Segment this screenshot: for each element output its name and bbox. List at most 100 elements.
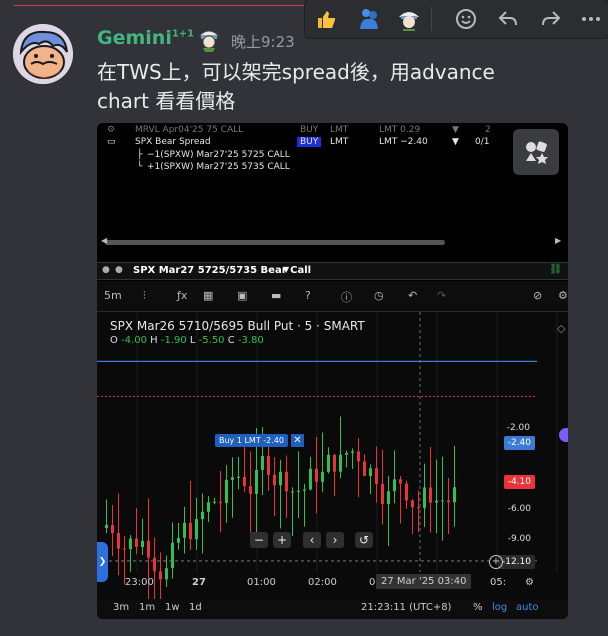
candle-body — [441, 500, 444, 502]
info-icon[interactable]: ⓘ — [341, 289, 352, 305]
candle-body — [255, 469, 258, 494]
forward-icon[interactable] — [536, 5, 566, 33]
candle-body — [405, 483, 408, 501]
candle-body — [123, 548, 126, 550]
save-icon[interactable]: ▣ — [237, 289, 247, 302]
minimize-icon[interactable]: ● — [115, 265, 123, 275]
order-row[interactable]: ⚙ MRVL Apr04'25 75 CALL BUY LMT LMT 0.29… — [97, 125, 568, 137]
candle-body — [411, 500, 414, 508]
candle-body — [105, 524, 108, 528]
thumbs-up-icon[interactable] — [311, 5, 341, 33]
candle-body — [351, 451, 354, 453]
avatar[interactable] — [13, 24, 73, 84]
candle-body — [339, 454, 342, 472]
candle-body — [297, 490, 300, 492]
message-line: chart 看看價格 — [97, 89, 236, 113]
candle-body — [285, 471, 288, 492]
scroll-left-icon[interactable]: ◀ — [101, 236, 107, 245]
candle-body — [369, 468, 372, 476]
indicators-icon[interactable]: ƒx — [177, 289, 187, 302]
range-button[interactable]: 1w — [165, 602, 180, 613]
layout-icon[interactable]: ▦ — [203, 289, 213, 302]
row-icon: ⚙ — [107, 125, 116, 135]
attachment-image[interactable]: ⚙ MRVL Apr04'25 75 CALL BUY LMT LMT 0.29… — [97, 123, 568, 619]
candle-body — [303, 489, 306, 491]
apps-icon[interactable] — [513, 129, 559, 175]
percent-toggle[interactable]: % — [473, 602, 483, 613]
settings-icon[interactable]: ⚙ — [558, 289, 568, 302]
username[interactable]: Gemini1+1 — [97, 27, 194, 49]
range-button[interactable]: 1m — [139, 602, 155, 613]
order-action[interactable]: BUY — [297, 137, 322, 147]
order-qty: 0/1 — [475, 137, 490, 147]
candle-body — [423, 487, 426, 508]
candle-body — [333, 454, 336, 472]
candle-body — [225, 479, 228, 504]
candle-body — [279, 471, 282, 486]
magnet-icon[interactable]: ⊘ — [533, 289, 542, 302]
cancel-order-icon[interactable]: ✕ — [291, 434, 304, 447]
zoom-in-button[interactable]: + — [273, 532, 291, 548]
candle-body — [429, 487, 432, 503]
log-toggle[interactable]: log — [492, 602, 507, 613]
help-icon[interactable]: ? — [305, 289, 311, 302]
new-messages-divider — [14, 5, 304, 6]
candle-body — [153, 557, 156, 572]
reply-icon[interactable] — [493, 5, 523, 33]
scroll-left-button[interactable]: ‹ — [303, 532, 321, 548]
auto-toggle[interactable]: auto — [516, 602, 539, 613]
chart-area[interactable]: SPX Mar26 5710/5695 Bull Put · 5 · SMART… — [97, 312, 568, 600]
candle-body — [243, 476, 246, 487]
side-panel-tab[interactable] — [559, 428, 568, 442]
chevron-down-icon[interactable]: ▼ — [283, 265, 289, 274]
x-tick: 02:00 — [308, 577, 337, 588]
clock-icon[interactable]: ◷ — [374, 289, 384, 302]
axis-settings-icon[interactable]: ⚙ — [525, 577, 534, 588]
add-reaction-icon[interactable] — [451, 5, 481, 33]
message-content: 在TWS上，可以架完spread後，用advance chart 看看價格 — [97, 58, 567, 116]
y-tick: -9.00 — [507, 534, 531, 544]
avatar-art-icon — [13, 24, 73, 84]
candle-body — [345, 452, 348, 455]
undo-icon[interactable]: ↶ — [408, 289, 417, 302]
scroll-right-button[interactable]: › — [326, 532, 344, 548]
layers-icon[interactable]: ◇ — [557, 322, 565, 335]
order-row[interactable]: ▭ SPX Bear Spread BUY LMT LMT −2.40 ▼ 0/… — [97, 137, 568, 149]
horizontal-scrollbar[interactable] — [105, 240, 445, 245]
candle-body — [393, 479, 396, 492]
candle-body — [267, 456, 270, 475]
candle-body — [129, 538, 132, 550]
leg-row: └ +1(SPXW) Mar27'25 5735 CALL — [137, 162, 290, 172]
range-button[interactable]: 3m — [113, 602, 129, 613]
x-tick: 23:00 — [125, 577, 154, 588]
range-button[interactable]: 1d — [189, 602, 202, 613]
candle-body — [273, 474, 276, 486]
zoom-out-button[interactable]: − — [250, 532, 268, 548]
candle-body — [309, 468, 312, 490]
interval-button[interactable]: 5m — [104, 289, 122, 302]
scroll-right-icon[interactable]: ▶ — [555, 236, 561, 245]
candle-body — [399, 479, 402, 484]
order-price: LMT 0.29 — [379, 125, 421, 135]
clock-readout: 21:23:11 (UTC+8) — [361, 602, 452, 613]
link-icon[interactable]: ⛓ — [549, 264, 562, 275]
folder-icon[interactable]: ▬ — [271, 289, 281, 302]
order-price[interactable]: LMT −2.40 — [379, 137, 428, 147]
candle-body — [147, 540, 150, 558]
people-hug-icon[interactable] — [354, 5, 384, 33]
redo-icon[interactable]: ↷ — [437, 289, 446, 302]
order-type: LMT — [330, 137, 349, 147]
dropdown-icon[interactable]: ▼ — [452, 137, 459, 147]
candle-body — [315, 468, 318, 482]
candles-icon[interactable]: ⫶ — [143, 289, 146, 303]
add-alert-icon[interactable]: + — [489, 555, 503, 569]
reset-chart-button[interactable]: ↺ — [355, 532, 373, 548]
anime-avatar-icon[interactable] — [394, 5, 424, 33]
more-icon[interactable] — [576, 5, 606, 33]
dropdown-icon[interactable]: ▼ — [452, 125, 459, 135]
leg-row: ├ −1(SPXW) Mar27'25 5725 CALL — [137, 150, 290, 160]
candle-body — [291, 491, 294, 493]
message-line: 在TWS上，可以架完spread後，用advance — [97, 60, 495, 84]
order-line-label[interactable]: Buy 1 LMT -2.40 — [215, 434, 288, 447]
close-icon[interactable]: ● — [102, 265, 110, 275]
